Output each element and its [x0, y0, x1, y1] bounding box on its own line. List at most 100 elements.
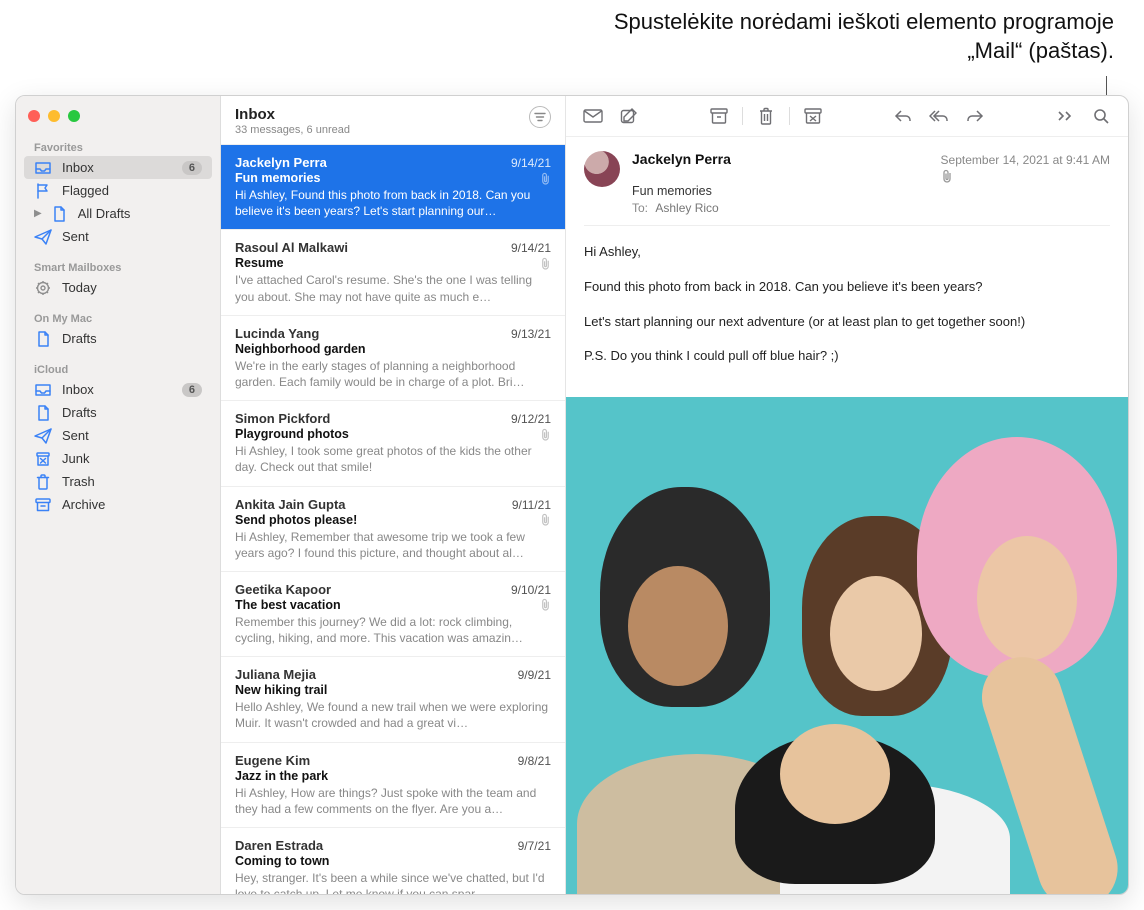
- filter-button[interactable]: [529, 106, 551, 128]
- inbox-icon: [34, 383, 52, 397]
- sidebar-section-title: iCloud: [16, 358, 220, 378]
- zoom-window-button[interactable]: [68, 110, 80, 122]
- message-preview: I've attached Carol's resume. She's the …: [235, 272, 551, 304]
- sidebar-item-trash[interactable]: Trash: [16, 470, 220, 493]
- sidebar-item-label: Sent: [62, 229, 202, 244]
- filter-icon: [534, 112, 546, 122]
- minimize-window-button[interactable]: [48, 110, 60, 122]
- message-preview: Hi Ashley, Remember that awesome trip we…: [235, 529, 551, 561]
- junk-button[interactable]: [798, 104, 828, 128]
- inbox-icon: [34, 161, 52, 175]
- message-list-pane: Inbox 33 messages, 6 unread Jackelyn Per…: [221, 96, 566, 894]
- sidebar-item-label: Archive: [62, 497, 202, 512]
- message-date: 9/8/21: [518, 754, 551, 768]
- message-subject: Neighborhood garden: [235, 342, 366, 356]
- message-preview: Remember this journey? We did a lot: roc…: [235, 614, 551, 646]
- message-row[interactable]: Juliana Mejia9/9/21New hiking trailHello…: [221, 657, 565, 742]
- doc-icon: [50, 207, 68, 221]
- sidebar-section-title: Favorites: [16, 136, 220, 156]
- message-row[interactable]: Rasoul Al Malkawi9/14/21ResumeI've attac…: [221, 230, 565, 315]
- message-list[interactable]: Jackelyn Perra 9/14/21 Fun memories Hi Ashl…: [221, 145, 565, 894]
- sidebar-item-label: Inbox: [62, 160, 172, 175]
- reply-all-button[interactable]: [924, 104, 954, 128]
- message-preview: Hello Ashley, We found a new trail when …: [235, 699, 551, 731]
- separator: [789, 107, 790, 125]
- reply-button[interactable]: [888, 104, 918, 128]
- reading-pane: Jackelyn Perra September 14, 2021 at 9:4…: [566, 96, 1128, 894]
- mailbox-subtitle: 33 messages, 6 unread: [235, 124, 350, 136]
- sidebar-item-all-drafts[interactable]: ▶All Drafts: [16, 202, 220, 225]
- list-header: Inbox 33 messages, 6 unread: [221, 96, 565, 145]
- sidebar-item-sent[interactable]: Sent: [16, 424, 220, 447]
- message-subject: The best vacation: [235, 598, 341, 612]
- separator: [742, 107, 743, 125]
- search-button[interactable]: [1086, 104, 1116, 128]
- archive-button[interactable]: [704, 104, 734, 128]
- attachment-icon: [941, 169, 1110, 183]
- mailbox-title: Inbox: [235, 106, 350, 123]
- message-header: Jackelyn Perra September 14, 2021 at 9:4…: [566, 137, 1128, 225]
- message-row[interactable]: Geetika Kapoor9/10/21The best vacationRe…: [221, 572, 565, 657]
- message-row[interactable]: Simon Pickford9/12/21Playground photosHi…: [221, 401, 565, 486]
- message-row[interactable]: Jackelyn Perra9/14/21Fun memoriesHi Ashl…: [221, 145, 565, 230]
- message-date: 9/14/21: [511, 156, 551, 170]
- header-to: To: Ashley Rico: [632, 201, 1110, 215]
- attached-photo: [566, 397, 1128, 894]
- close-window-button[interactable]: [28, 110, 40, 122]
- unread-badge: 6: [182, 161, 202, 175]
- message-row[interactable]: Daren Estrada9/7/21Coming to townHey, st…: [221, 828, 565, 894]
- delete-button[interactable]: [751, 104, 781, 128]
- body-paragraph: Hi Ashley,: [584, 242, 1110, 263]
- message-sender: Lucinda Yang: [235, 326, 319, 341]
- sidebar-item-label: All Drafts: [78, 206, 202, 221]
- message-sender: Jackelyn Perra: [235, 155, 327, 170]
- message-subject: New hiking trail: [235, 683, 327, 697]
- message-row[interactable]: Lucinda Yang9/13/21Neighborhood gardenWe…: [221, 316, 565, 401]
- sidebar-item-label: Today: [62, 280, 202, 295]
- message-date: 9/7/21: [518, 839, 551, 853]
- reply-all-icon: [929, 109, 949, 123]
- message-preview: Hi Ashley, I took some great photos of t…: [235, 443, 551, 475]
- body-paragraph: P.S. Do you think I could pull off blue …: [584, 346, 1110, 367]
- forward-button[interactable]: [960, 104, 990, 128]
- avatar: [584, 151, 620, 187]
- gear-icon: [34, 281, 52, 295]
- sidebar-item-junk[interactable]: Junk: [16, 447, 220, 470]
- message-subject: Fun memories: [235, 171, 320, 185]
- attachment-icon: [540, 172, 551, 185]
- message-row[interactable]: Ankita Jain Gupta9/11/21Send photos plea…: [221, 487, 565, 572]
- window-controls: [16, 104, 220, 136]
- message-sender: Daren Estrada: [235, 838, 323, 853]
- sidebar-item-sent[interactable]: Sent: [16, 225, 220, 248]
- sidebar-item-drafts[interactable]: Drafts: [16, 327, 220, 350]
- sidebar-item-drafts[interactable]: Drafts: [16, 401, 220, 424]
- sidebar-item-label: Flagged: [62, 183, 202, 198]
- chevrons-right-icon: [1057, 110, 1073, 122]
- message-body: Hi Ashley,Found this photo from back in …: [566, 226, 1128, 397]
- to-value: Ashley Rico: [655, 201, 718, 215]
- compose-icon: [620, 107, 638, 125]
- sidebar-item-inbox[interactable]: Inbox6: [16, 378, 220, 401]
- sidebar: FavoritesInbox6Flagged▶All DraftsSentSma…: [16, 96, 221, 894]
- sidebar-item-label: Junk: [62, 451, 202, 466]
- sidebar-section-title: On My Mac: [16, 307, 220, 327]
- message-row[interactable]: Eugene Kim9/8/21Jazz in the parkHi Ashle…: [221, 743, 565, 828]
- mark-read-button[interactable]: [578, 104, 608, 128]
- trash-icon: [758, 107, 774, 125]
- message-subject: Jazz in the park: [235, 769, 328, 783]
- compose-button[interactable]: [614, 104, 644, 128]
- send-icon: [34, 429, 52, 443]
- forward-icon: [966, 109, 984, 123]
- message-date: 9/9/21: [518, 668, 551, 682]
- sidebar-item-archive[interactable]: Archive: [16, 493, 220, 516]
- message-preview: Hey, stranger. It's been a while since w…: [235, 870, 551, 894]
- sidebar-item-inbox[interactable]: Inbox 6: [24, 156, 212, 179]
- sidebar-item-flagged[interactable]: Flagged: [16, 179, 220, 202]
- sidebar-item-label: Trash: [62, 474, 202, 489]
- archive-icon: [34, 498, 52, 512]
- sidebar-item-today[interactable]: Today: [16, 276, 220, 299]
- message-date: 9/10/21: [511, 583, 551, 597]
- sidebar-item-label: Sent: [62, 428, 202, 443]
- more-button[interactable]: [1050, 104, 1080, 128]
- message-sender: Simon Pickford: [235, 411, 330, 426]
